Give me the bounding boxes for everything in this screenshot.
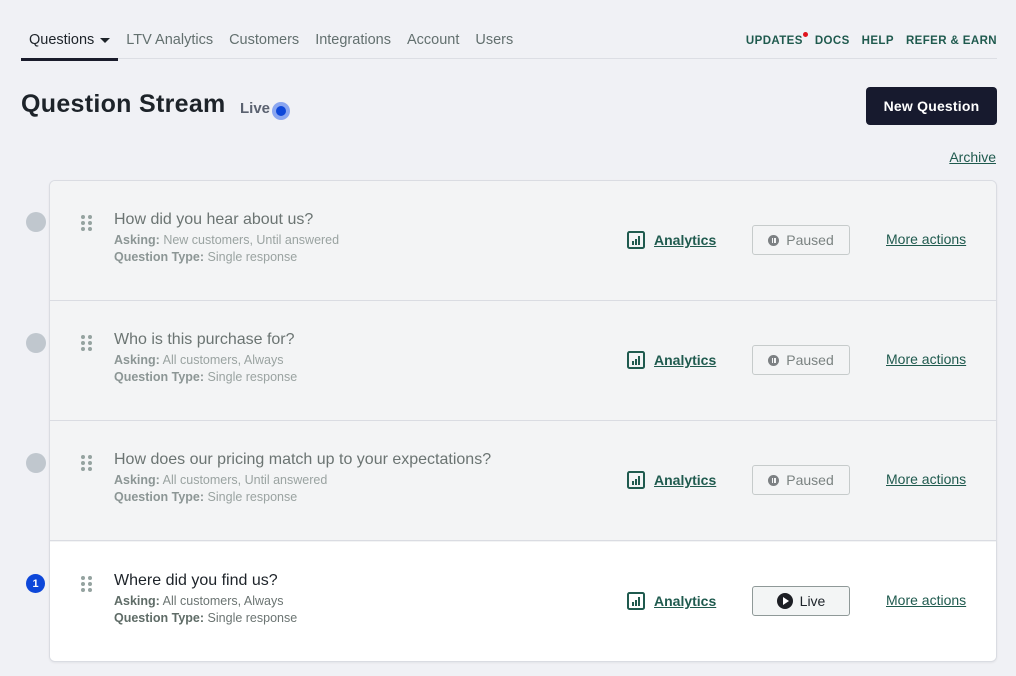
more-actions-link[interactable]: More actions bbox=[886, 471, 966, 487]
status-toggle-button[interactable]: Paused bbox=[752, 465, 850, 495]
question-type: Question Type: Single response bbox=[114, 490, 298, 504]
inactive-status-dot-icon bbox=[26, 212, 46, 232]
question-title: How did you hear about us? bbox=[114, 211, 314, 228]
status-label: Paused bbox=[786, 232, 834, 248]
tab-users[interactable]: Users bbox=[467, 22, 521, 59]
question-asking: Asking: All customers, Always bbox=[114, 353, 284, 367]
bar-chart-icon bbox=[627, 231, 645, 249]
drag-handle-icon[interactable] bbox=[81, 335, 93, 351]
help-link[interactable]: HELP bbox=[862, 35, 894, 47]
question-list: How did you hear about us? Asking: New c… bbox=[49, 180, 997, 662]
question-asking: Asking: All customers, Always bbox=[114, 594, 284, 608]
analytics-link[interactable]: Analytics bbox=[627, 471, 716, 489]
status-toggle-button[interactable]: Paused bbox=[752, 225, 850, 255]
bar-chart-icon bbox=[627, 471, 645, 489]
new-question-button[interactable]: New Question bbox=[866, 87, 997, 125]
pause-icon bbox=[768, 354, 780, 366]
status-toggle-button[interactable]: Paused bbox=[752, 345, 850, 375]
tab-integrations[interactable]: Integrations bbox=[307, 22, 399, 59]
main-tabs: Questions LTV Analytics Customers Integr… bbox=[21, 22, 521, 61]
drag-handle-icon[interactable] bbox=[81, 455, 93, 471]
analytics-label: Analytics bbox=[654, 232, 717, 248]
status-label: Paused bbox=[786, 472, 834, 488]
question-title: Who is this purchase for? bbox=[114, 331, 295, 348]
docs-link[interactable]: DOCS bbox=[815, 35, 850, 47]
question-row: Who is this purchase for? Asking: All cu… bbox=[50, 301, 996, 421]
updates-label: UPDATES bbox=[745, 34, 803, 47]
chevron-down-icon bbox=[100, 37, 111, 43]
question-title: How does our pricing match up to your ex… bbox=[114, 451, 492, 468]
analytics-link[interactable]: Analytics bbox=[627, 592, 716, 610]
archive-link[interactable]: Archive bbox=[949, 149, 996, 165]
inactive-status-dot-icon bbox=[26, 453, 46, 473]
question-type: Question Type: Single response bbox=[114, 250, 298, 264]
question-type: Question Type: Single response bbox=[114, 370, 298, 384]
tab-customers[interactable]: Customers bbox=[221, 22, 307, 59]
question-row: Where did you find us? Asking: All custo… bbox=[50, 542, 996, 661]
inactive-status-dot-icon bbox=[26, 333, 46, 353]
live-order-badge: 1 bbox=[26, 574, 45, 593]
top-navigation: Questions LTV Analytics Customers Integr… bbox=[21, 22, 997, 61]
question-row: How did you hear about us? Asking: New c… bbox=[50, 181, 996, 301]
analytics-link[interactable]: Analytics bbox=[627, 351, 716, 369]
tab-questions[interactable]: Questions bbox=[21, 22, 119, 61]
analytics-label: Analytics bbox=[654, 472, 717, 488]
drag-handle-icon[interactable] bbox=[81, 576, 93, 592]
analytics-label: Analytics bbox=[654, 593, 717, 609]
refer-earn-link[interactable]: REFER & EARN bbox=[906, 35, 997, 47]
status-label: Paused bbox=[786, 352, 834, 368]
question-type: Question Type: Single response bbox=[114, 611, 298, 625]
tab-account[interactable]: Account bbox=[399, 22, 467, 59]
question-asking: Asking: All customers, Until answered bbox=[114, 473, 328, 487]
notification-dot-icon bbox=[802, 31, 808, 37]
question-asking: Asking: New customers, Until answered bbox=[114, 233, 340, 247]
more-actions-link[interactable]: More actions bbox=[886, 592, 966, 608]
status-toggle-button[interactable]: Live bbox=[752, 586, 850, 616]
tab-ltv-analytics[interactable]: LTV Analytics bbox=[118, 22, 221, 59]
page-title: Question Stream bbox=[21, 90, 226, 118]
updates-link[interactable]: UPDATES bbox=[745, 31, 808, 47]
drag-handle-icon[interactable] bbox=[81, 215, 93, 231]
tab-questions-label: Questions bbox=[29, 32, 95, 48]
pause-icon bbox=[768, 474, 780, 486]
analytics-label: Analytics bbox=[654, 352, 717, 368]
analytics-link[interactable]: Analytics bbox=[627, 231, 716, 249]
bar-chart-icon bbox=[627, 592, 645, 610]
bar-chart-icon bbox=[627, 351, 645, 369]
utility-links: UPDATES DOCS HELP REFER & EARN bbox=[746, 22, 997, 59]
more-actions-link[interactable]: More actions bbox=[886, 351, 966, 367]
status-label: Live bbox=[799, 593, 826, 609]
question-row: How does our pricing match up to your ex… bbox=[50, 421, 996, 541]
live-status-label: Live bbox=[240, 100, 271, 117]
pause-icon bbox=[768, 234, 780, 246]
play-icon bbox=[776, 593, 793, 609]
more-actions-link[interactable]: More actions bbox=[886, 231, 966, 247]
live-indicator-icon bbox=[272, 102, 290, 120]
question-title: Where did you find us? bbox=[114, 572, 278, 589]
